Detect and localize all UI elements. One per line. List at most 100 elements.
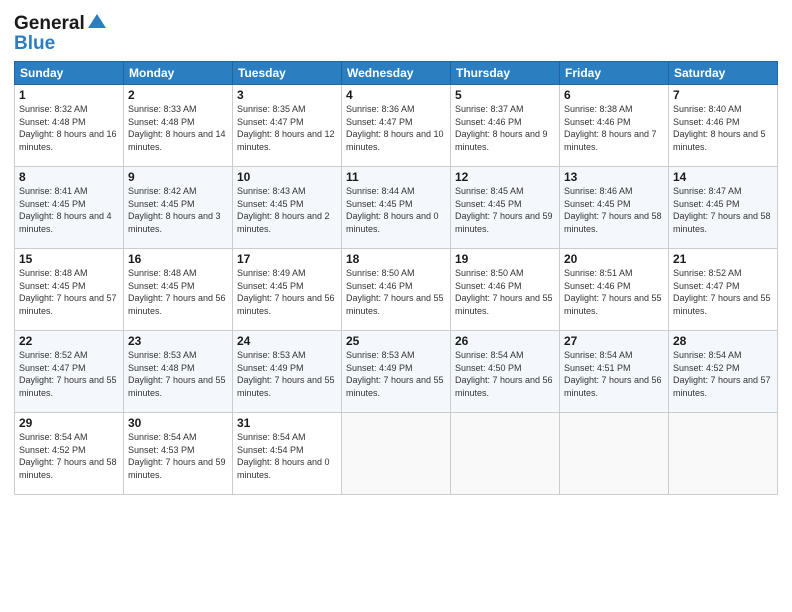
day-info: Sunrise: 8:54 AM Sunset: 4:52 PM Dayligh…: [19, 431, 119, 481]
calendar-day-cell: 19 Sunrise: 8:50 AM Sunset: 4:46 PM Dayl…: [451, 249, 560, 331]
calendar-day-cell: [669, 413, 778, 495]
day-number: 14: [673, 170, 773, 184]
day-info: Sunrise: 8:36 AM Sunset: 4:47 PM Dayligh…: [346, 103, 446, 153]
daylight-label: Daylight: 8 hours and 3 minutes.: [128, 211, 221, 234]
sunrise-label: Sunrise: 8:51 AM: [564, 268, 633, 278]
sunset-label: Sunset: 4:45 PM: [237, 199, 304, 209]
calendar-day-cell: 26 Sunrise: 8:54 AM Sunset: 4:50 PM Dayl…: [451, 331, 560, 413]
calendar-day-cell: 17 Sunrise: 8:49 AM Sunset: 4:45 PM Dayl…: [233, 249, 342, 331]
day-info: Sunrise: 8:44 AM Sunset: 4:45 PM Dayligh…: [346, 185, 446, 235]
day-info: Sunrise: 8:45 AM Sunset: 4:45 PM Dayligh…: [455, 185, 555, 235]
day-number: 27: [564, 334, 664, 348]
sunset-label: Sunset: 4:46 PM: [564, 117, 631, 127]
calendar-day-cell: 31 Sunrise: 8:54 AM Sunset: 4:54 PM Dayl…: [233, 413, 342, 495]
day-number: 8: [19, 170, 119, 184]
page-header: General Blue: [14, 10, 778, 55]
day-info: Sunrise: 8:54 AM Sunset: 4:54 PM Dayligh…: [237, 431, 337, 481]
calendar-day-cell: [342, 413, 451, 495]
daylight-label: Daylight: 7 hours and 59 minutes.: [455, 211, 553, 234]
day-number: 22: [19, 334, 119, 348]
sunrise-label: Sunrise: 8:36 AM: [346, 104, 415, 114]
daylight-label: Daylight: 7 hours and 57 minutes.: [673, 375, 771, 398]
sunrise-label: Sunrise: 8:45 AM: [455, 186, 524, 196]
day-info: Sunrise: 8:37 AM Sunset: 4:46 PM Dayligh…: [455, 103, 555, 153]
day-number: 9: [128, 170, 228, 184]
day-info: Sunrise: 8:43 AM Sunset: 4:45 PM Dayligh…: [237, 185, 337, 235]
calendar-day-cell: 21 Sunrise: 8:52 AM Sunset: 4:47 PM Dayl…: [669, 249, 778, 331]
daylight-label: Daylight: 7 hours and 58 minutes.: [564, 211, 662, 234]
calendar-day-cell: 20 Sunrise: 8:51 AM Sunset: 4:46 PM Dayl…: [560, 249, 669, 331]
calendar-week-row: 22 Sunrise: 8:52 AM Sunset: 4:47 PM Dayl…: [15, 331, 778, 413]
calendar-day-cell: 28 Sunrise: 8:54 AM Sunset: 4:52 PM Dayl…: [669, 331, 778, 413]
calendar-day-cell: 3 Sunrise: 8:35 AM Sunset: 4:47 PM Dayli…: [233, 85, 342, 167]
day-info: Sunrise: 8:52 AM Sunset: 4:47 PM Dayligh…: [19, 349, 119, 399]
day-number: 21: [673, 252, 773, 266]
daylight-label: Daylight: 7 hours and 59 minutes.: [128, 457, 226, 480]
sunset-label: Sunset: 4:52 PM: [19, 445, 86, 455]
day-number: 2: [128, 88, 228, 102]
calendar-day-cell: 30 Sunrise: 8:54 AM Sunset: 4:53 PM Dayl…: [124, 413, 233, 495]
calendar-day-cell: [451, 413, 560, 495]
calendar-day-cell: 14 Sunrise: 8:47 AM Sunset: 4:45 PM Dayl…: [669, 167, 778, 249]
day-number: 5: [455, 88, 555, 102]
daylight-label: Daylight: 8 hours and 0 minutes.: [237, 457, 330, 480]
sunset-label: Sunset: 4:48 PM: [128, 117, 195, 127]
col-thursday: Thursday: [451, 62, 560, 85]
daylight-label: Daylight: 7 hours and 55 minutes.: [128, 375, 226, 398]
daylight-label: Daylight: 7 hours and 55 minutes.: [346, 293, 444, 316]
calendar-header-row: Sunday Monday Tuesday Wednesday Thursday…: [15, 62, 778, 85]
day-info: Sunrise: 8:33 AM Sunset: 4:48 PM Dayligh…: [128, 103, 228, 153]
day-number: 26: [455, 334, 555, 348]
calendar-day-cell: 9 Sunrise: 8:42 AM Sunset: 4:45 PM Dayli…: [124, 167, 233, 249]
day-number: 7: [673, 88, 773, 102]
calendar-day-cell: 12 Sunrise: 8:45 AM Sunset: 4:45 PM Dayl…: [451, 167, 560, 249]
calendar-day-cell: 25 Sunrise: 8:53 AM Sunset: 4:49 PM Dayl…: [342, 331, 451, 413]
daylight-label: Daylight: 8 hours and 12 minutes.: [237, 129, 335, 152]
sunrise-label: Sunrise: 8:44 AM: [346, 186, 415, 196]
day-number: 19: [455, 252, 555, 266]
calendar-day-cell: 15 Sunrise: 8:48 AM Sunset: 4:45 PM Dayl…: [15, 249, 124, 331]
sunrise-label: Sunrise: 8:46 AM: [564, 186, 633, 196]
sunrise-label: Sunrise: 8:54 AM: [128, 432, 197, 442]
daylight-label: Daylight: 7 hours and 56 minutes.: [237, 293, 335, 316]
day-info: Sunrise: 8:53 AM Sunset: 4:49 PM Dayligh…: [346, 349, 446, 399]
calendar-week-row: 1 Sunrise: 8:32 AM Sunset: 4:48 PM Dayli…: [15, 85, 778, 167]
sunrise-label: Sunrise: 8:32 AM: [19, 104, 88, 114]
sunset-label: Sunset: 4:46 PM: [564, 281, 631, 291]
logo-general: General: [14, 13, 85, 35]
day-info: Sunrise: 8:32 AM Sunset: 4:48 PM Dayligh…: [19, 103, 119, 153]
daylight-label: Daylight: 7 hours and 58 minutes.: [673, 211, 771, 234]
sunrise-label: Sunrise: 8:43 AM: [237, 186, 306, 196]
sunset-label: Sunset: 4:45 PM: [237, 281, 304, 291]
sunset-label: Sunset: 4:46 PM: [455, 117, 522, 127]
daylight-label: Daylight: 7 hours and 58 minutes.: [19, 457, 117, 480]
sunset-label: Sunset: 4:46 PM: [346, 281, 413, 291]
sunset-label: Sunset: 4:45 PM: [128, 199, 195, 209]
day-info: Sunrise: 8:46 AM Sunset: 4:45 PM Dayligh…: [564, 185, 664, 235]
calendar-day-cell: 8 Sunrise: 8:41 AM Sunset: 4:45 PM Dayli…: [15, 167, 124, 249]
col-saturday: Saturday: [669, 62, 778, 85]
sunset-label: Sunset: 4:48 PM: [128, 363, 195, 373]
day-number: 18: [346, 252, 446, 266]
calendar-day-cell: 4 Sunrise: 8:36 AM Sunset: 4:47 PM Dayli…: [342, 85, 451, 167]
day-info: Sunrise: 8:53 AM Sunset: 4:49 PM Dayligh…: [237, 349, 337, 399]
col-friday: Friday: [560, 62, 669, 85]
sunset-label: Sunset: 4:45 PM: [19, 199, 86, 209]
sunset-label: Sunset: 4:49 PM: [237, 363, 304, 373]
daylight-label: Daylight: 8 hours and 4 minutes.: [19, 211, 112, 234]
sunrise-label: Sunrise: 8:52 AM: [19, 350, 88, 360]
sunset-label: Sunset: 4:52 PM: [673, 363, 740, 373]
sunset-label: Sunset: 4:45 PM: [19, 281, 86, 291]
sunrise-label: Sunrise: 8:35 AM: [237, 104, 306, 114]
calendar-week-row: 8 Sunrise: 8:41 AM Sunset: 4:45 PM Dayli…: [15, 167, 778, 249]
sunrise-label: Sunrise: 8:50 AM: [346, 268, 415, 278]
calendar-day-cell: 22 Sunrise: 8:52 AM Sunset: 4:47 PM Dayl…: [15, 331, 124, 413]
daylight-label: Daylight: 7 hours and 57 minutes.: [19, 293, 117, 316]
day-info: Sunrise: 8:48 AM Sunset: 4:45 PM Dayligh…: [128, 267, 228, 317]
sunrise-label: Sunrise: 8:53 AM: [237, 350, 306, 360]
calendar-day-cell: 24 Sunrise: 8:53 AM Sunset: 4:49 PM Dayl…: [233, 331, 342, 413]
sunset-label: Sunset: 4:45 PM: [564, 199, 631, 209]
calendar-day-cell: 16 Sunrise: 8:48 AM Sunset: 4:45 PM Dayl…: [124, 249, 233, 331]
sunrise-label: Sunrise: 8:54 AM: [564, 350, 633, 360]
sunrise-label: Sunrise: 8:53 AM: [128, 350, 197, 360]
